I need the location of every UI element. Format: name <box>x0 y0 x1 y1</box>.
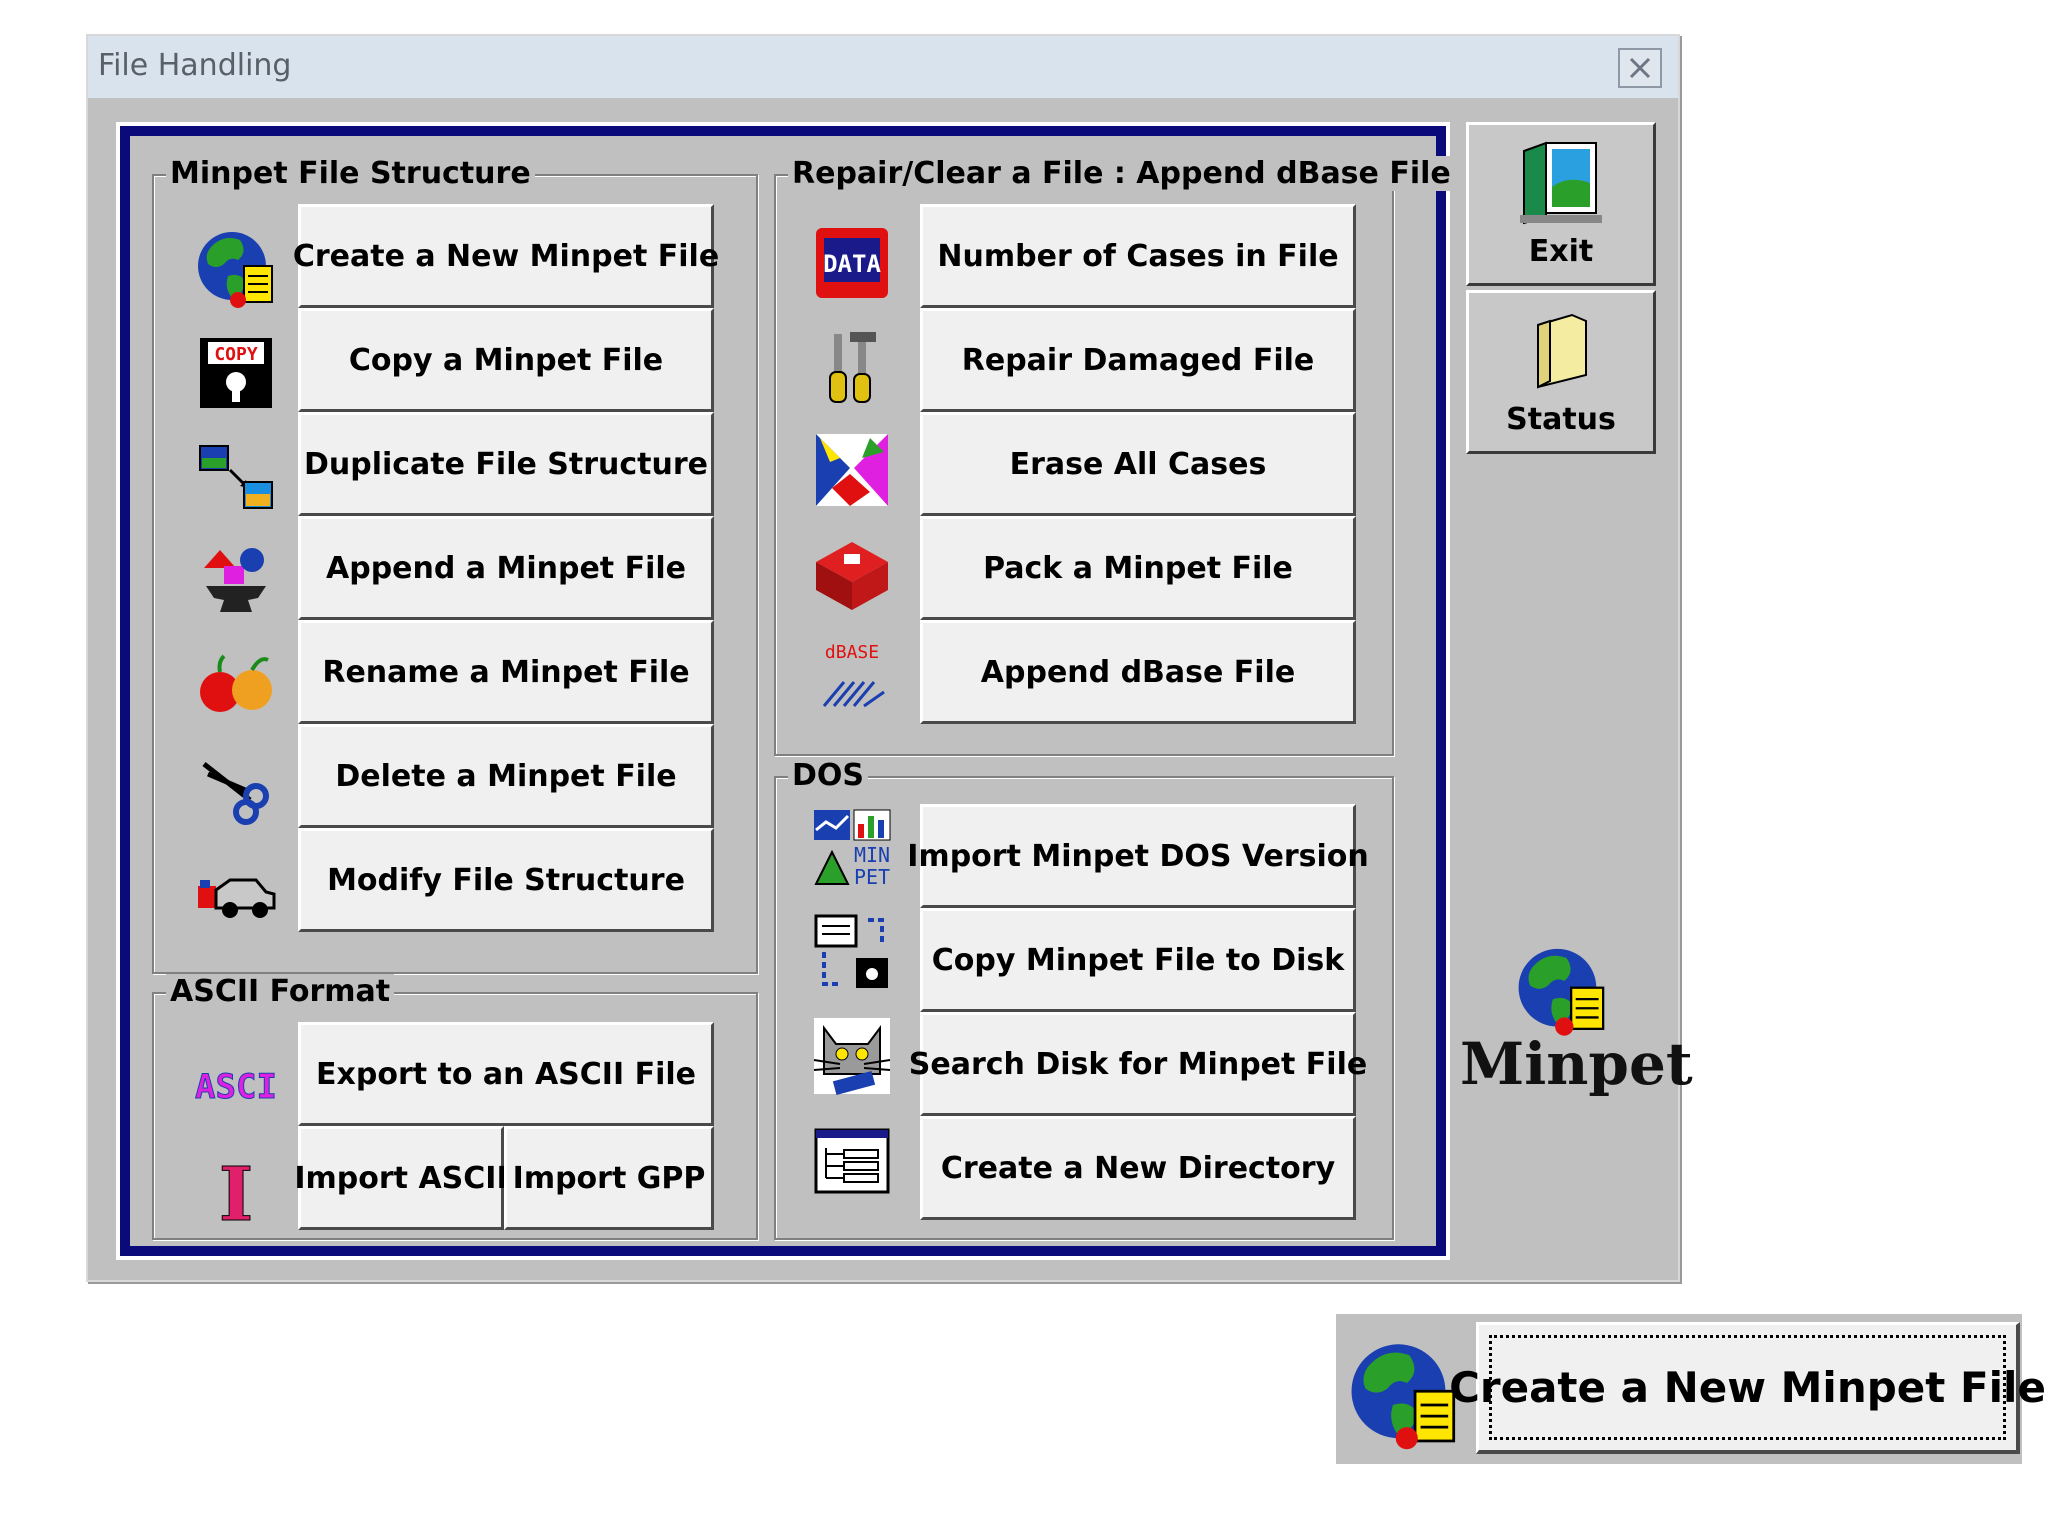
minpet-dos-icon: MIN PET <box>810 806 894 890</box>
group-ascii-format: ASCII Format ASCI I Export to an ASCII F… <box>152 974 758 1240</box>
repair-damaged-file-button[interactable]: Repair Damaged File <box>920 308 1356 412</box>
close-button[interactable] <box>1618 48 1662 88</box>
modify-file-structure-button[interactable]: Modify File Structure <box>298 828 714 932</box>
minpet-icon-text-2: PET <box>854 865 890 889</box>
number-of-cases-button[interactable]: Number of Cases in File <box>920 204 1356 308</box>
create-new-minpet-file-button-zoomed[interactable]: Create a New Minpet File <box>1449 1322 2046 1454</box>
duplicate-pictures-icon <box>194 434 278 518</box>
append-minpet-file-button[interactable]: Append a Minpet File <box>298 516 714 620</box>
create-new-directory-button[interactable]: Create a New Directory <box>920 1116 1356 1220</box>
group-repair-clear: Repair/Clear a File : Append dBase File … <box>774 156 1455 756</box>
group-label: Repair/Clear a File : Append dBase File <box>788 156 1455 191</box>
window-title: File Handling <box>98 48 292 83</box>
append-dbase-file-button[interactable]: Append dBase File <box>920 620 1356 724</box>
pack-box-icon <box>810 532 894 616</box>
copy-minpet-to-disk-button[interactable]: Copy Minpet File to Disk <box>920 908 1356 1012</box>
tools-icon <box>810 324 894 408</box>
dbase-icon-text: dBASE <box>825 642 879 663</box>
data-icon: DATA <box>810 220 894 304</box>
tow-truck-icon <box>194 850 278 934</box>
copy-minpet-file-button[interactable]: Copy a Minpet File <box>298 308 714 412</box>
duplicate-file-structure-button[interactable]: Duplicate File Structure <box>298 412 714 516</box>
import-icon-text: I <box>219 1152 254 1228</box>
create-new-minpet-file-button[interactable]: Create a New Minpet File <box>293 204 719 308</box>
delete-minpet-file-button[interactable]: Delete a Minpet File <box>298 724 714 828</box>
import-i-icon: I <box>194 1144 278 1229</box>
import-minpet-dos-button[interactable]: Import Minpet DOS Version <box>907 804 1369 908</box>
focus-rectangle <box>1489 1335 2006 1440</box>
folder-icon <box>1516 305 1606 400</box>
import-gpp-button[interactable]: Import GPP <box>504 1126 714 1230</box>
group-label: DOS <box>788 758 869 793</box>
close-icon <box>1629 57 1651 79</box>
group-minpet-file-structure: Minpet File Structure COPY Create a New … <box>152 156 758 974</box>
erase-paint-icon <box>810 428 894 512</box>
minpet-brand-text: Minpet <box>1460 1030 1693 1098</box>
group-label: ASCII Format <box>166 974 395 1009</box>
copy-to-disk-icon <box>810 910 894 994</box>
export-ascii-button[interactable]: Export to an ASCII File <box>298 1022 714 1126</box>
anvil-shapes-icon <box>194 538 278 622</box>
search-cat-icon <box>810 1014 894 1098</box>
ascii-icon-text: ASCI <box>195 1067 277 1107</box>
ascii-icon: ASCI <box>194 1044 278 1128</box>
erase-all-cases-button[interactable]: Erase All Cases <box>920 412 1356 516</box>
floppy-copy-icon: COPY <box>194 330 278 414</box>
status-button[interactable]: Status <box>1466 290 1656 454</box>
pack-minpet-file-button[interactable]: Pack a Minpet File <box>920 516 1356 620</box>
rename-minpet-file-button[interactable]: Rename a Minpet File <box>298 620 714 724</box>
group-dos: DOS MIN PET Import Minpet DOS Version Co… <box>774 758 1394 1240</box>
import-ascii-button[interactable]: Import ASCII <box>294 1126 508 1230</box>
zoom-inset: Create a New Minpet File <box>1336 1314 2046 1464</box>
main-frame: Minpet File Structure COPY Create a New … <box>116 122 1455 1260</box>
status-label: Status <box>1506 402 1616 437</box>
title-bar: File Handling <box>88 36 1678 98</box>
minpet-icon-text-1: MIN <box>854 843 890 867</box>
minpet-globe-logo-icon <box>1514 942 1610 1038</box>
exit-button[interactable]: Exit <box>1466 122 1656 286</box>
group-label: Minpet File Structure <box>166 156 535 191</box>
file-handling-window: File Handling Minpet File Structure COPY… <box>86 34 1680 1282</box>
apple-orange-icon <box>194 642 278 726</box>
copy-icon-text: COPY <box>214 344 258 365</box>
globe-database-icon <box>1346 1336 1462 1452</box>
data-icon-text: DATA <box>823 250 881 278</box>
globe-database-icon <box>194 226 278 310</box>
exit-label: Exit <box>1528 234 1594 269</box>
dbase-icon: dBASE <box>810 636 894 720</box>
directory-icon <box>810 1118 894 1202</box>
exit-door-icon <box>1516 137 1606 232</box>
search-disk-button[interactable]: Search Disk for Minpet File <box>909 1012 1367 1116</box>
scissors-icon <box>194 746 278 830</box>
